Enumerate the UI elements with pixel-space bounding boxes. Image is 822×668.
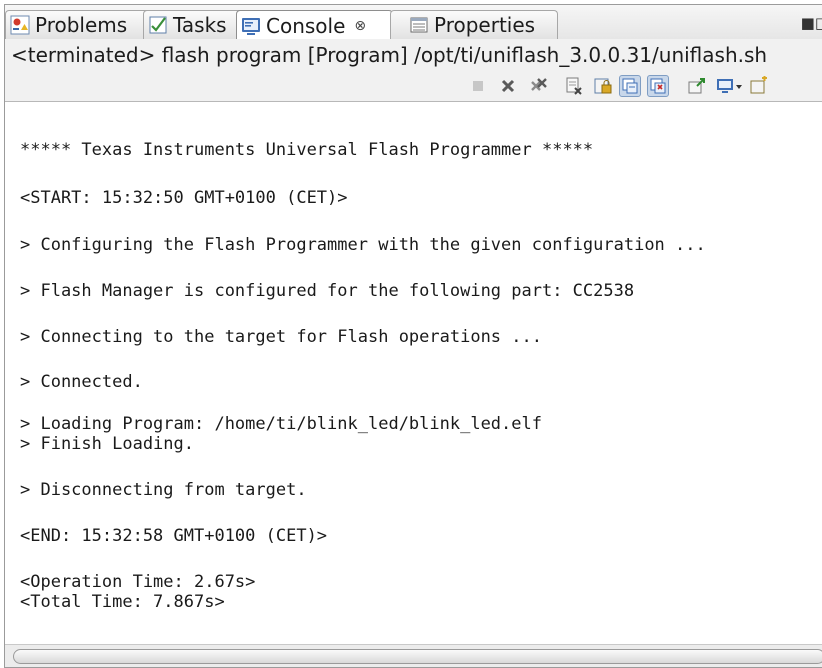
console-output[interactable]: ***** Texas Instruments Universal Flash …	[5, 102, 822, 645]
scrollbar-thumb[interactable]	[13, 649, 822, 664]
tab-properties[interactable]: Properties	[390, 10, 558, 39]
tab-console[interactable]: Console ⊗	[236, 10, 393, 41]
console-line: <END: 15:32:58 GMT+0100 (CET)>	[20, 526, 328, 546]
console-line: <Operation Time: 2.67s>	[20, 572, 256, 592]
view-tab-bar: Problems Tasks Console ⊗ Properties ■□	[5, 5, 822, 41]
tab-console-label: Console	[266, 13, 346, 38]
console-line: > Configuring the Flash Programmer with …	[20, 235, 706, 255]
console-line: > Loading Program: /home/ti/blink_led/bl…	[20, 414, 542, 434]
console-line: > Flash Manager is configured for the fo…	[20, 281, 635, 301]
tab-properties-label: Properties	[434, 13, 536, 37]
open-console-icon[interactable]	[748, 75, 770, 97]
console-line: ***** Texas Instruments Universal Flash …	[20, 140, 594, 160]
problems-icon	[10, 15, 30, 35]
show-on-stderr-icon[interactable]	[647, 75, 669, 97]
console-line: > Connected.	[20, 372, 143, 392]
console-line: > Finish Loading.	[20, 434, 194, 454]
tab-tasks-label: Tasks	[173, 13, 227, 37]
properties-icon	[409, 15, 429, 35]
console-view: Problems Tasks Console ⊗ Properties ■□ <…	[4, 4, 822, 668]
launch-status: <terminated> flash program [Program] /op…	[5, 39, 822, 69]
tab-problems[interactable]: Problems	[5, 10, 153, 39]
remove-launch-icon[interactable]	[497, 75, 519, 97]
show-on-stdout-icon[interactable]	[619, 75, 641, 97]
tab-tasks[interactable]: Tasks	[143, 10, 245, 39]
horizontal-scrollbar[interactable]	[5, 644, 822, 667]
close-icon[interactable]: ⊗	[354, 18, 366, 34]
clear-console-icon[interactable]	[563, 75, 585, 97]
console-line: <Total Time: 7.867s>	[20, 592, 225, 612]
console-line: <START: 15:32:50 GMT+0100 (CET)>	[20, 188, 348, 208]
console-icon	[241, 16, 261, 36]
minimize-icon[interactable]: ■□	[801, 14, 822, 32]
console-toolbar	[5, 69, 822, 102]
console-line: > Disconnecting from target.	[20, 480, 307, 500]
tab-problems-label: Problems	[35, 13, 128, 37]
remove-all-terminated-icon[interactable]	[528, 75, 550, 97]
console-line: > Connecting to the target for Flash ope…	[20, 327, 542, 347]
pin-console-icon[interactable]	[686, 75, 708, 97]
scroll-lock-icon[interactable]	[592, 75, 614, 97]
tasks-icon	[148, 15, 168, 35]
terminate-icon[interactable]	[467, 75, 489, 97]
display-console-icon[interactable]	[715, 75, 745, 97]
